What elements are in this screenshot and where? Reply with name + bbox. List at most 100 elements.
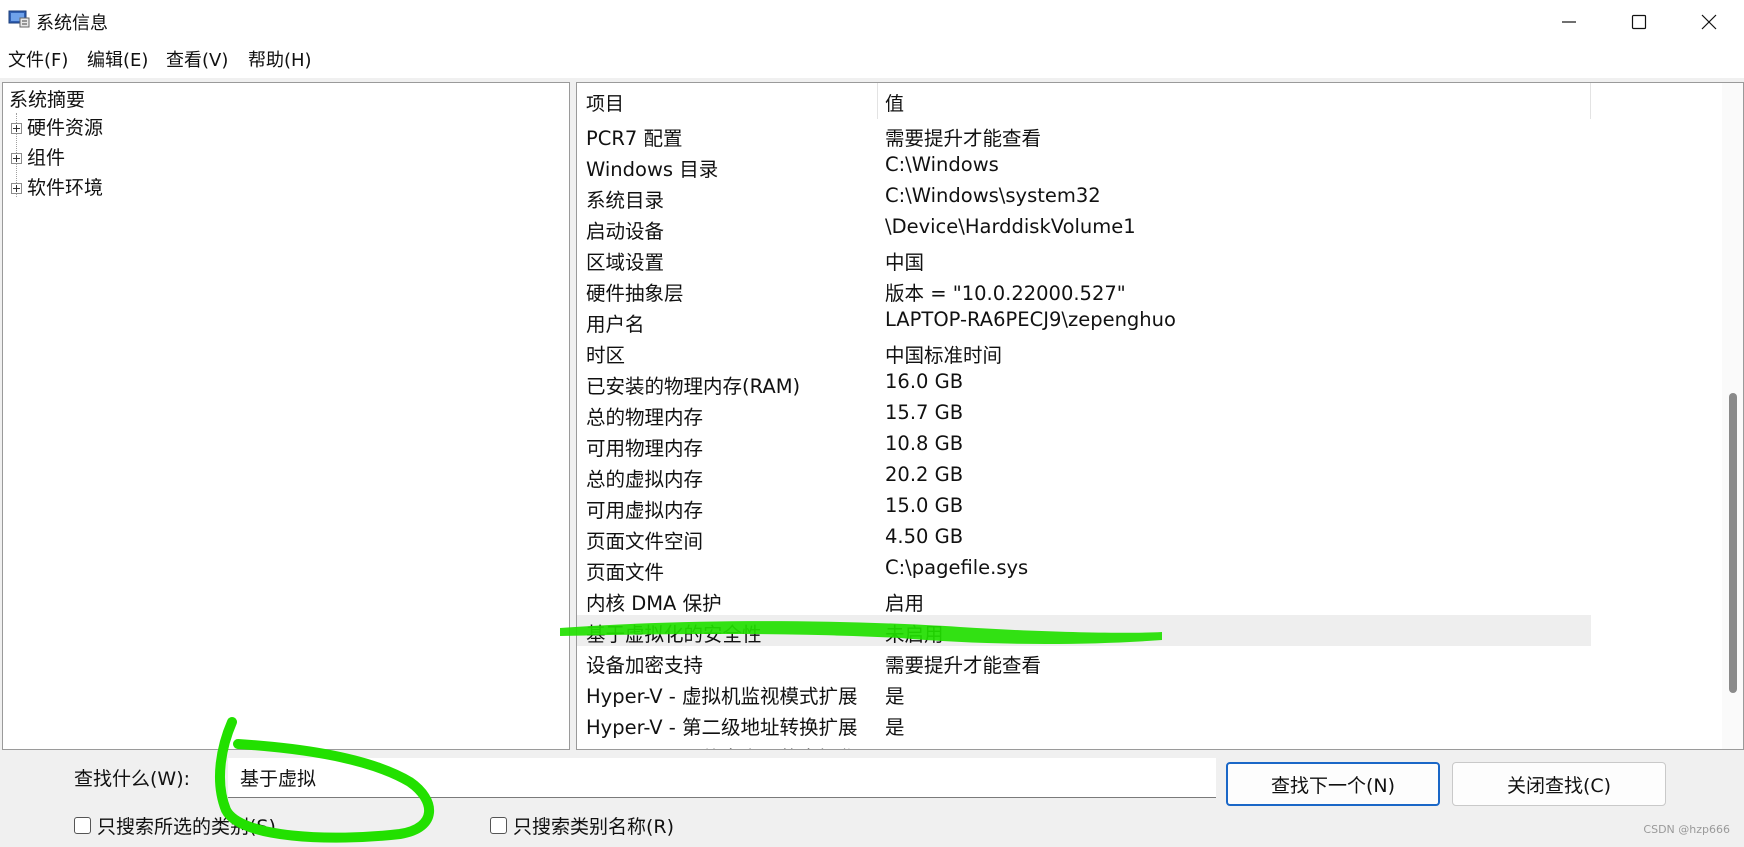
row-value-cell: 是: [885, 685, 905, 708]
row-item-cell: 基于虚拟化的安全性: [586, 623, 762, 646]
title-bar: 系统信息: [0, 0, 1744, 44]
row-value-cell: 10.8 GB: [885, 432, 964, 455]
row-item-cell: Windows 目录: [586, 158, 719, 181]
list-row[interactable]: 已安装的物理内存(RAM) 16.0 GB: [577, 367, 1591, 398]
list-row[interactable]: 时区 中国标准时间: [577, 336, 1591, 367]
row-item-cell: Hyper-V - 第二级地址转换扩展: [586, 716, 858, 739]
list-row[interactable]: Hyper-V - 第二级地址转换扩展 是: [577, 708, 1591, 739]
row-item-cell: 设备加密支持: [586, 654, 704, 677]
tree-item-software-environment[interactable]: 软件环境: [27, 176, 103, 200]
search-selected-category-option[interactable]: 只搜索所选的类别(S): [74, 812, 276, 839]
row-value-cell: 需要提升才能查看: [885, 127, 1042, 150]
tree-item-system-summary[interactable]: 系统摘要: [9, 88, 85, 112]
column-divider[interactable]: [877, 83, 878, 119]
menu-bar: 文件(F) 编辑(E) 查看(V) 帮助(H): [0, 44, 1744, 78]
row-item-cell: 内核 DMA 保护: [586, 592, 722, 615]
row-value-cell: 中国标准时间: [885, 344, 1003, 367]
list-row[interactable]: 基于虚拟化的安全性 未启用: [577, 615, 1591, 646]
watermark: CSDN @hzp666: [1643, 823, 1730, 836]
window-title: 系统信息: [36, 13, 108, 34]
expand-software-icon[interactable]: [11, 183, 22, 194]
column-header-value[interactable]: 值: [885, 89, 904, 116]
row-value-cell: 中国: [885, 251, 925, 274]
row-value-cell: 启用: [885, 592, 925, 615]
row-value-cell: LAPTOP-RA6PECJ9\zepenghuo: [885, 308, 1176, 331]
system-info-app-icon: [8, 10, 30, 28]
row-item-cell: 系统目录: [586, 189, 665, 212]
tree-item-hardware-resources[interactable]: 硬件资源: [27, 116, 103, 140]
close-find-button[interactable]: 关闭查找(C): [1452, 762, 1666, 806]
list-row[interactable]: Windows 目录 C:\Windows: [577, 150, 1591, 181]
column-divider[interactable]: [1590, 83, 1591, 119]
menu-view[interactable]: 查看(V): [166, 50, 228, 72]
row-item-cell: Hyper-V - 固件中启用的虚拟化: [586, 742, 858, 749]
close-icon: [1701, 14, 1717, 30]
search-category-names-checkbox[interactable]: [490, 817, 507, 834]
details-list[interactable]: 项目 值 PCR7 配置 需要提升才能查看 Windows 目录 C:\Windows…: [576, 82, 1744, 750]
maximize-icon: [1631, 14, 1647, 30]
list-row[interactable]: Hyper-V - 虚拟机监视模式扩展 是: [577, 677, 1591, 708]
row-item-cell: 区域设置: [586, 251, 665, 274]
row-value-cell: 未启用: [885, 623, 944, 646]
row-value-cell: 需要提升才能查看: [885, 654, 1042, 677]
list-row[interactable]: 设备加密支持 需要提升才能查看: [577, 646, 1591, 677]
find-what-label: 查找什么(W):: [74, 768, 191, 790]
search-selected-category-label: 只搜索所选的类别(S): [97, 816, 276, 838]
row-value-cell: 是: [885, 716, 905, 739]
list-row[interactable]: 系统目录 C:\Windows\system32: [577, 181, 1591, 212]
row-value-cell: C:\Windows: [885, 153, 999, 176]
list-row[interactable]: 用户名 LAPTOP-RA6PECJ9\zepenghuo: [577, 305, 1591, 336]
menu-edit[interactable]: 编辑(E): [87, 50, 148, 72]
list-row[interactable]: 区域设置 中国: [577, 243, 1591, 274]
expand-components-icon[interactable]: [11, 153, 22, 164]
vertical-scrollbar[interactable]: [1722, 83, 1743, 749]
tree-item-components[interactable]: 组件: [27, 146, 65, 170]
list-row[interactable]: 内核 DMA 保护 启用: [577, 584, 1591, 615]
row-item-cell: Hyper-V - 虚拟机监视模式扩展: [586, 685, 858, 708]
menu-help[interactable]: 帮助(H): [248, 50, 312, 72]
find-what-input[interactable]: [228, 758, 1216, 798]
scroll-thumb[interactable]: [1729, 393, 1737, 693]
list-row[interactable]: 总的物理内存 15.7 GB: [577, 398, 1591, 429]
row-value-cell: 15.0 GB: [885, 494, 964, 517]
column-header-item[interactable]: 项目: [586, 89, 624, 116]
row-item-cell: 可用物理内存: [586, 437, 704, 460]
row-item-cell: 已安装的物理内存(RAM): [586, 375, 801, 398]
row-item-cell: 启动设备: [586, 220, 665, 243]
list-row[interactable]: 可用虚拟内存 15.0 GB: [577, 491, 1591, 522]
row-item-cell: 总的物理内存: [586, 406, 704, 429]
row-item-cell: 总的虚拟内存: [586, 468, 704, 491]
search-category-names-label: 只搜索类别名称(R): [513, 816, 675, 838]
list-row[interactable]: 页面文件 C:\pagefile.sys: [577, 553, 1591, 584]
expand-hardware-icon[interactable]: [11, 123, 22, 134]
list-row[interactable]: Hyper-V - 固件中启用的虚拟化 是: [577, 739, 1591, 749]
list-row[interactable]: 硬件抽象层 版本 = "10.0.22000.527": [577, 274, 1591, 305]
row-value-cell: 15.7 GB: [885, 401, 964, 424]
list-row[interactable]: 页面文件空间 4.50 GB: [577, 522, 1591, 553]
list-row[interactable]: PCR7 配置 需要提升才能查看: [577, 119, 1591, 150]
minimize-button[interactable]: [1534, 0, 1604, 44]
row-item-cell: 用户名: [586, 313, 645, 336]
row-value-cell: C:\pagefile.sys: [885, 556, 1029, 579]
row-value-cell: C:\Windows\system32: [885, 184, 1101, 207]
row-value-cell: 16.0 GB: [885, 370, 964, 393]
row-item-cell: 页面文件: [586, 561, 665, 584]
row-value-cell: \Device\HarddiskVolume1: [885, 215, 1136, 238]
maximize-button[interactable]: [1604, 0, 1674, 44]
close-window-button[interactable]: [1674, 0, 1744, 44]
list-row[interactable]: 启动设备 \Device\HarddiskVolume1: [577, 212, 1591, 243]
row-value-cell: 20.2 GB: [885, 463, 964, 486]
row-item-cell: 时区: [586, 344, 626, 367]
row-item-cell: 可用虚拟内存: [586, 499, 704, 522]
list-row[interactable]: 总的虚拟内存 20.2 GB: [577, 460, 1591, 491]
search-category-names-option[interactable]: 只搜索类别名称(R): [490, 812, 674, 839]
row-value-cell: 是: [885, 742, 905, 749]
menu-file[interactable]: 文件(F): [8, 50, 68, 72]
row-value-cell: 4.50 GB: [885, 525, 964, 548]
list-row[interactable]: 可用物理内存 10.8 GB: [577, 429, 1591, 460]
search-selected-category-checkbox[interactable]: [74, 817, 91, 834]
row-item-cell: 硬件抽象层: [586, 282, 684, 305]
category-tree[interactable]: 系统摘要 硬件资源 组件 软件环境: [2, 82, 570, 750]
find-next-button[interactable]: 查找下一个(N): [1226, 762, 1440, 806]
row-item-cell: PCR7 配置: [586, 127, 683, 150]
